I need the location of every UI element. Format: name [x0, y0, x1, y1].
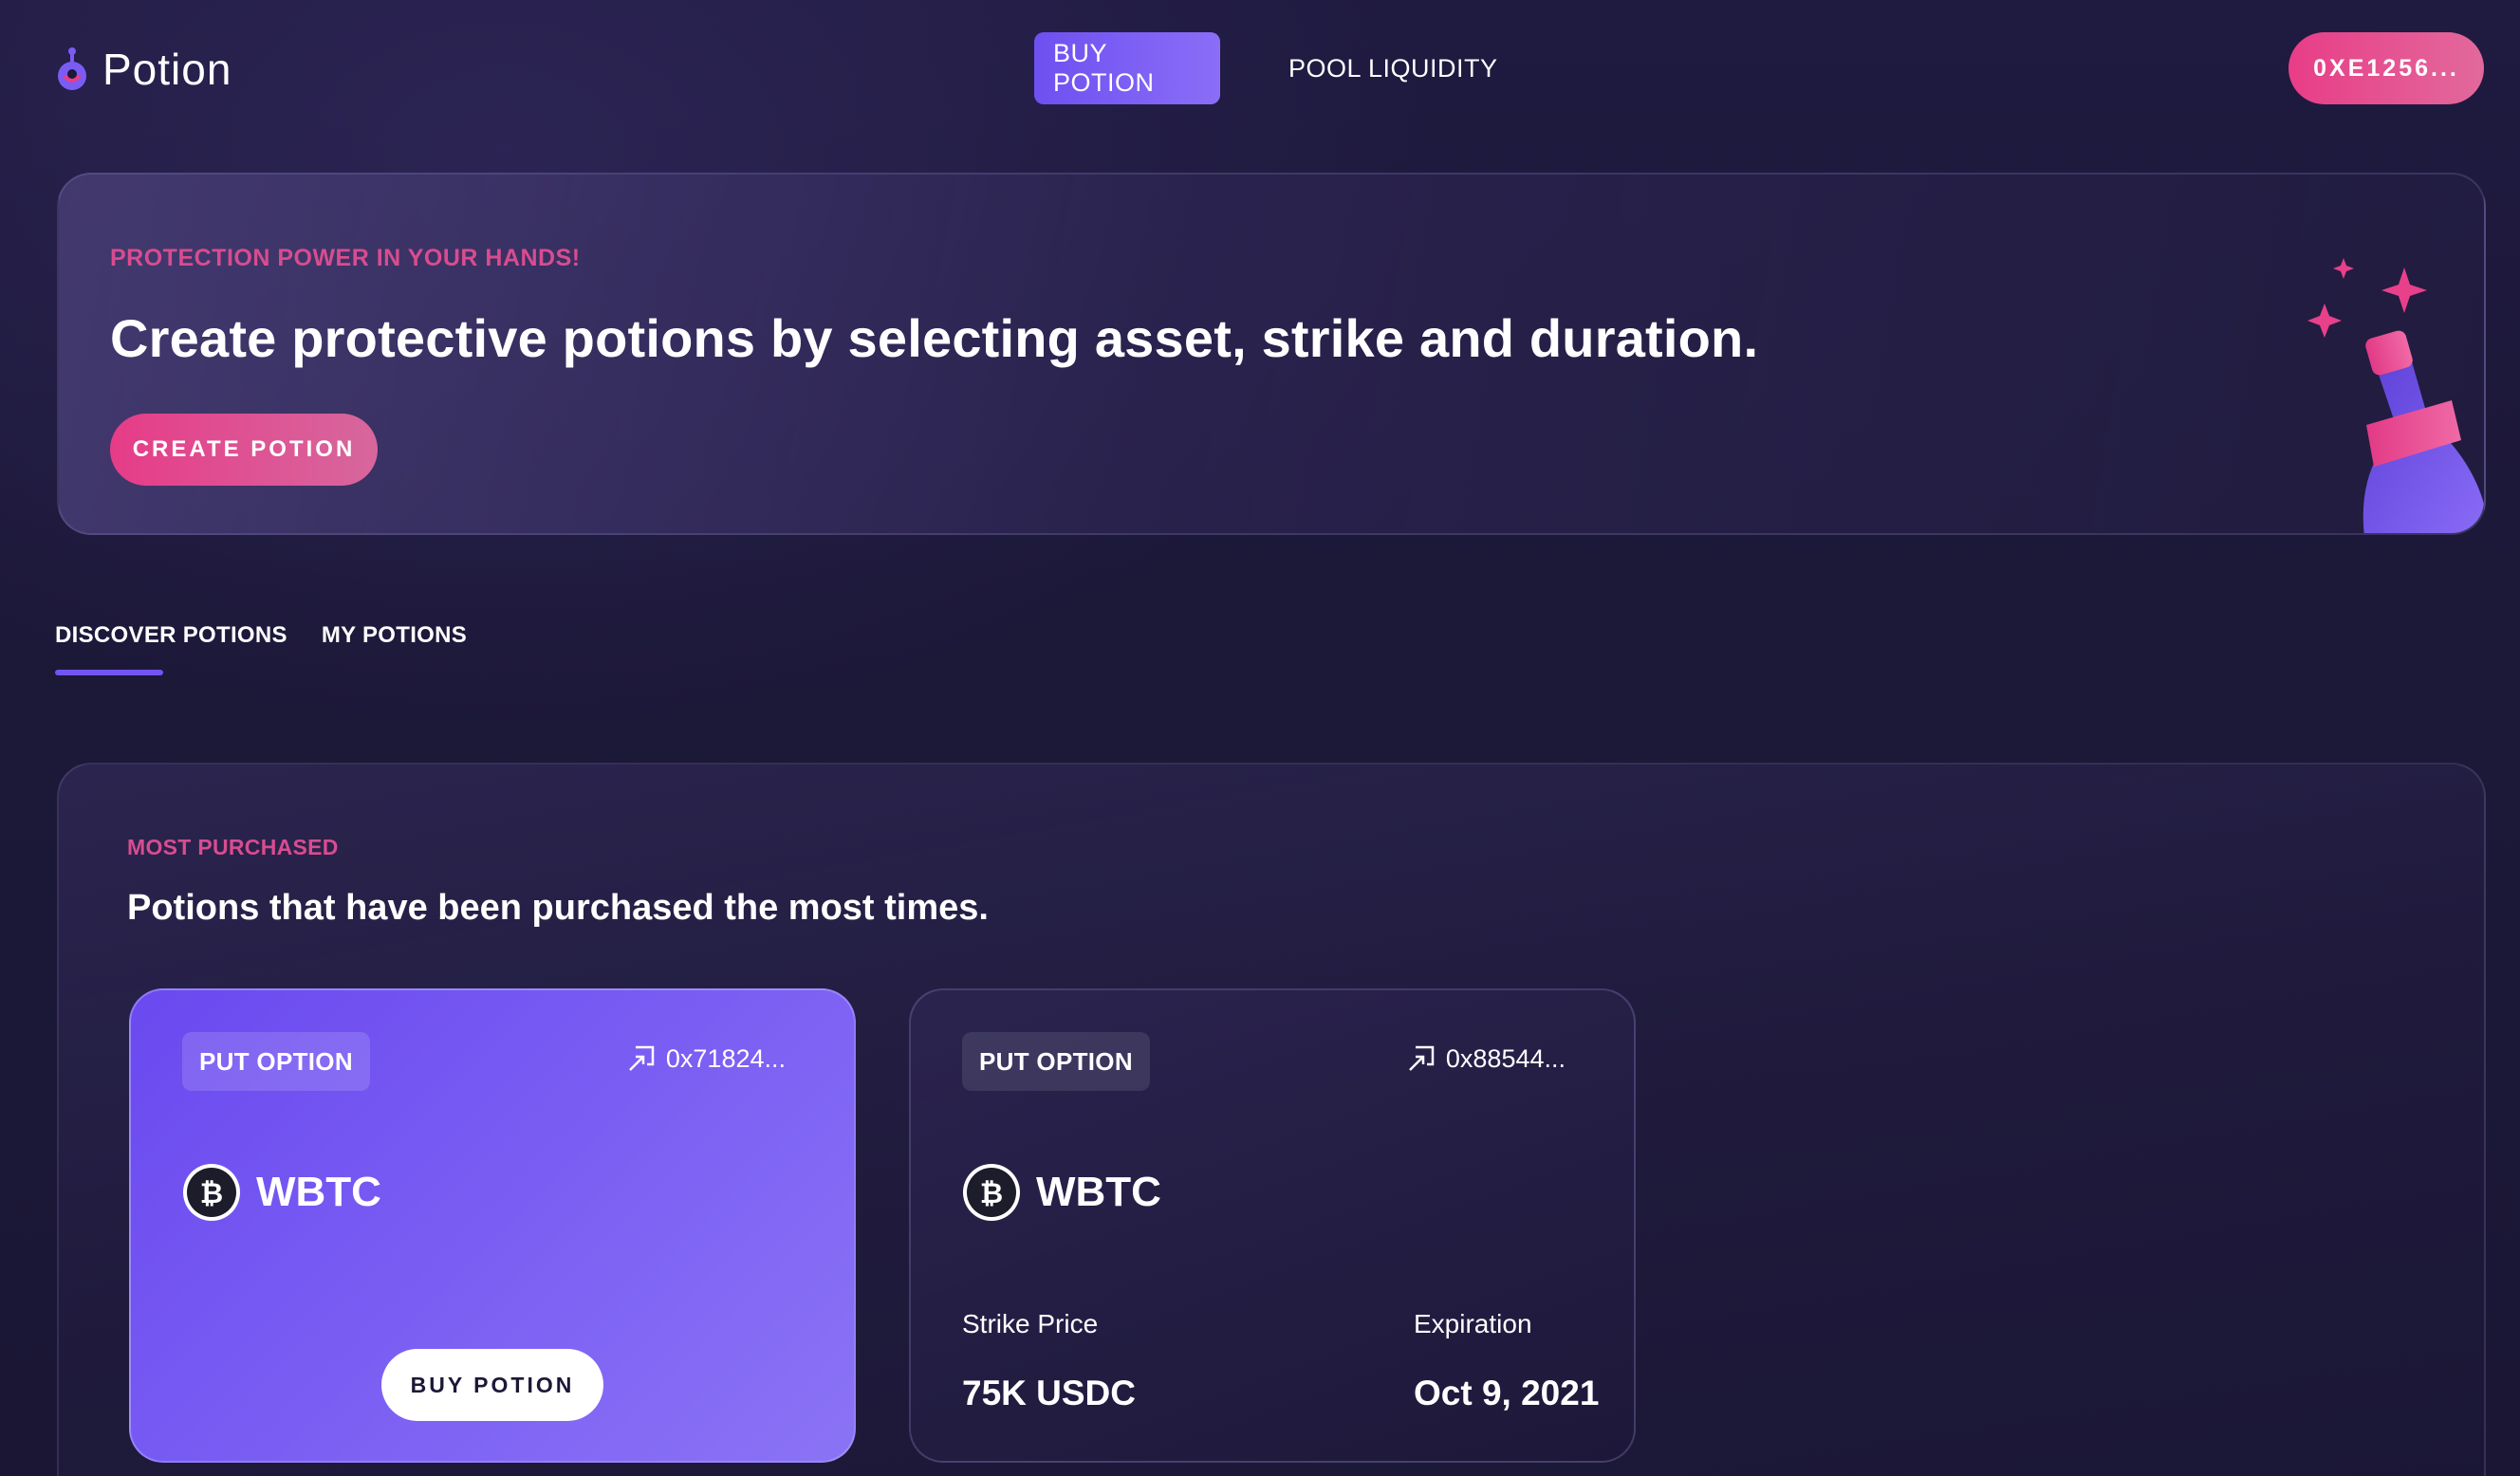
strike-price-value: 75K USDC [962, 1374, 1136, 1412]
potion-card[interactable]: PUT OPTION 0x88544... ₿ WBTC Strike Pric… [909, 988, 1636, 1463]
main-nav: BUY POTION POOL LIQUIDITY [1034, 32, 1517, 104]
buy-potion-button[interactable]: BUY POTION [381, 1349, 603, 1421]
contract-address-link[interactable]: 0x88544... [1406, 1043, 1566, 1074]
expiration-value: Oct 9, 2021 [1414, 1374, 1600, 1412]
create-potion-button[interactable]: CREATE POTION [110, 414, 378, 486]
option-type-badge: PUT OPTION [182, 1032, 370, 1091]
logo-text: Potion [102, 45, 232, 94]
contract-address: 0x71824... [665, 1043, 786, 1073]
potion-bottle-illustration [2307, 258, 2484, 533]
asset-name: WBTC [1036, 1169, 1161, 1215]
svg-text:₿: ₿ [980, 1177, 1003, 1210]
expiration-label: Expiration [1414, 1309, 1532, 1338]
bitcoin-icon: ₿ [183, 1164, 240, 1221]
external-link-icon [1409, 1045, 1435, 1071]
asset-name: WBTC [256, 1169, 381, 1215]
contract-address: 0x88544... [1445, 1043, 1566, 1073]
most-purchased-section: MOST PURCHASED Potions that have been pu… [57, 763, 2486, 1476]
section-eyebrow: MOST PURCHASED [127, 835, 339, 859]
bitcoin-icon: ₿ [963, 1164, 1020, 1221]
svg-text:₿: ₿ [200, 1177, 223, 1210]
hero-eyebrow: PROTECTION POWER IN YOUR HANDS! [110, 245, 581, 271]
asset: ₿ WBTC [962, 1163, 1161, 1222]
contract-address-link[interactable]: 0x71824... [626, 1043, 786, 1074]
section-title: Potions that have been purchased the mos… [127, 888, 989, 928]
nav-pool-liquidity[interactable]: POOL LIQUIDITY [1269, 32, 1517, 104]
logo[interactable]: Potion [55, 44, 232, 95]
wallet-address-button[interactable]: 0XE1256... [2288, 32, 2484, 104]
external-link-icon [629, 1045, 655, 1071]
tab-my-potions[interactable]: MY POTIONS [322, 622, 467, 649]
tab-discover-potions[interactable]: DISCOVER POTIONS [55, 622, 287, 649]
active-tab-indicator [55, 670, 163, 675]
page: Potion BUY POTION POOL LIQUIDITY 0XE1256… [0, 0, 2520, 1476]
potion-tabs: DISCOVER POTIONS MY POTIONS [55, 622, 467, 649]
asset: ₿ WBTC [182, 1163, 381, 1222]
nav-buy-potion[interactable]: BUY POTION [1034, 32, 1220, 104]
hero-banner: PROTECTION POWER IN YOUR HANDS! Create p… [57, 173, 2486, 535]
hero-title: Create protective potions by selecting a… [110, 308, 1759, 368]
potion-logo-icon [58, 47, 86, 90]
option-type-badge: PUT OPTION [962, 1032, 1150, 1091]
strike-price-label: Strike Price [962, 1309, 1099, 1338]
potion-card[interactable]: PUT OPTION 0x71824... ₿ WBTC BUY POTION [129, 988, 856, 1463]
